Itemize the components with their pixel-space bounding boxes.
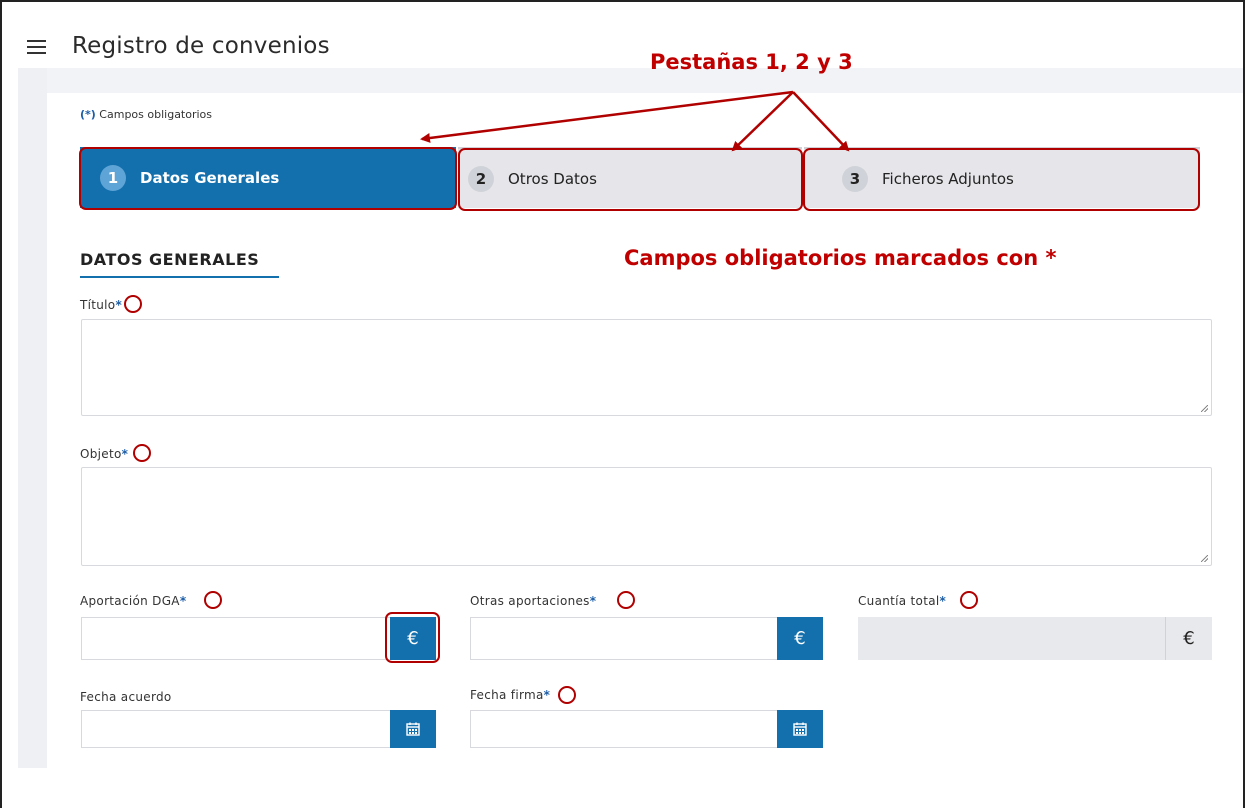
titulo-required-marker: * (115, 298, 123, 312)
objeto-textarea[interactable] (81, 467, 1212, 566)
fecha-firma-input[interactable] (470, 710, 823, 748)
cuantia-total-required-marker: * (939, 594, 947, 608)
tab-number-1: 1 (100, 164, 126, 191)
aportacion-dga-required-marker: * (179, 594, 187, 608)
cuantia-total-label: Cuantía total* (858, 594, 946, 608)
objeto-label: Objeto* (80, 447, 128, 461)
tabs-callout: Pestañas 1, 2 y 3 (650, 50, 853, 74)
required-note-marker: (*) (80, 108, 96, 121)
tab-ficheros-adjuntos[interactable]: 3 Ficheros Adjuntos (804, 147, 1200, 208)
aportacion-dga-label: Aportación DGA* (80, 594, 186, 608)
tab-number-2: 2 (468, 165, 494, 192)
tab-number-3: 3 (842, 165, 868, 192)
required-fields-note: (*) Campos obligatorios (80, 108, 212, 121)
hamburger-menu-icon[interactable] (27, 40, 46, 54)
otras-aportaciones-required-marker: * (589, 594, 597, 608)
aportacion-dga-input[interactable]: € (81, 617, 436, 660)
euro-icon[interactable]: € (777, 617, 823, 660)
section-title: DATOS GENERALES (80, 250, 260, 269)
side-panel-strip (18, 68, 47, 768)
fecha-firma-label: Fecha firma* (470, 688, 550, 702)
tab-datos-generales[interactable]: 1 Datos Generales (80, 147, 456, 208)
objeto-required-marker: * (121, 447, 129, 461)
required-callout: Campos obligatorios marcados con * (624, 246, 1057, 270)
page-title: Registro de convenios (72, 33, 330, 59)
fecha-firma-label-text: Fecha firma (470, 688, 544, 702)
euro-icon[interactable]: € (390, 617, 436, 660)
fecha-acuerdo-label: Fecha acuerdo (80, 690, 172, 704)
resize-grip-icon[interactable] (1201, 405, 1208, 412)
required-note-text: Campos obligatorios (95, 108, 213, 121)
content-header-strip (47, 68, 1243, 93)
tab-otros-datos[interactable]: 2 Otros Datos (458, 147, 802, 208)
otras-aportaciones-input[interactable]: € (470, 617, 823, 660)
otras-aportaciones-label-text: Otras aportaciones (470, 594, 590, 608)
otras-aportaciones-label: Otras aportaciones* (470, 594, 596, 608)
fecha-firma-required-marker: * (543, 688, 551, 702)
titulo-label: Título* (80, 298, 122, 312)
calendar-icon[interactable] (390, 710, 436, 748)
fecha-acuerdo-input[interactable] (81, 710, 436, 748)
tab-label-otros-datos: Otros Datos (508, 169, 597, 188)
top-app-bar: Registro de convenios (2, 2, 1243, 68)
cuantia-total-input: € (858, 617, 1212, 660)
tab-label-ficheros-adjuntos: Ficheros Adjuntos (882, 169, 1014, 188)
tab-label-datos-generales: Datos Generales (140, 168, 280, 187)
fecha-acuerdo-label-text: Fecha acuerdo (80, 690, 172, 704)
objeto-label-text: Objeto (80, 447, 122, 461)
titulo-textarea[interactable] (81, 319, 1212, 416)
resize-grip-icon[interactable] (1201, 555, 1208, 562)
cuantia-total-label-text: Cuantía total (858, 594, 940, 608)
euro-icon: € (1165, 617, 1212, 660)
titulo-label-text: Título (80, 298, 116, 312)
section-title-underline (80, 276, 279, 278)
calendar-icon[interactable] (777, 710, 823, 748)
aportacion-dga-label-text: Aportación DGA (80, 594, 180, 608)
